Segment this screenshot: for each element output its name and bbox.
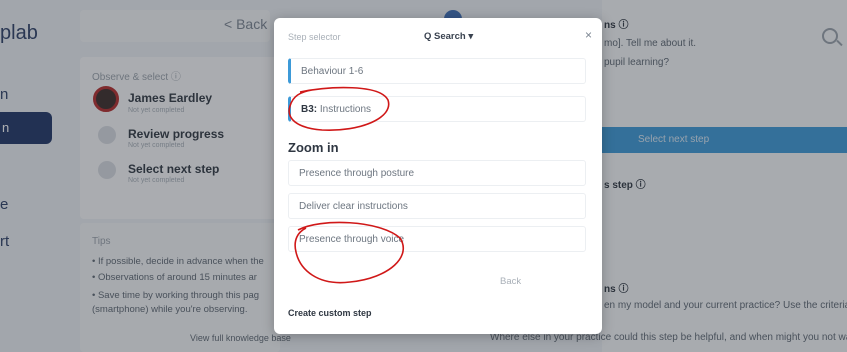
back-button[interactable]: Back bbox=[500, 276, 521, 287]
step-option-label: Behaviour 1-6 bbox=[301, 66, 364, 77]
step-option-behaviour[interactable]: Behaviour 1-6 bbox=[288, 58, 586, 84]
step-option-label: Instructions bbox=[317, 104, 372, 115]
zoom-option-label: Presence through voice bbox=[299, 234, 405, 245]
search-dropdown[interactable]: Q Search ▾ bbox=[424, 31, 473, 42]
step-selector-modal: Step selector Q Search ▾ × Behaviour 1-6… bbox=[274, 18, 602, 334]
zoom-option-label: Deliver clear instructions bbox=[299, 201, 408, 212]
create-custom-step-link[interactable]: Create custom step bbox=[288, 308, 372, 318]
zoom-option-posture[interactable]: Presence through posture bbox=[288, 160, 586, 186]
step-option-instructions[interactable]: B3: Instructions bbox=[288, 96, 586, 122]
close-icon[interactable]: × bbox=[585, 28, 592, 42]
zoom-in-heading: Zoom in bbox=[288, 140, 339, 155]
zoom-option-voice[interactable]: Presence through voice bbox=[288, 226, 586, 252]
zoom-option-instructions[interactable]: Deliver clear instructions bbox=[288, 193, 586, 219]
zoom-option-label: Presence through posture bbox=[299, 168, 415, 179]
step-option-code: B3: bbox=[301, 104, 318, 115]
modal-title: Step selector bbox=[288, 32, 341, 42]
